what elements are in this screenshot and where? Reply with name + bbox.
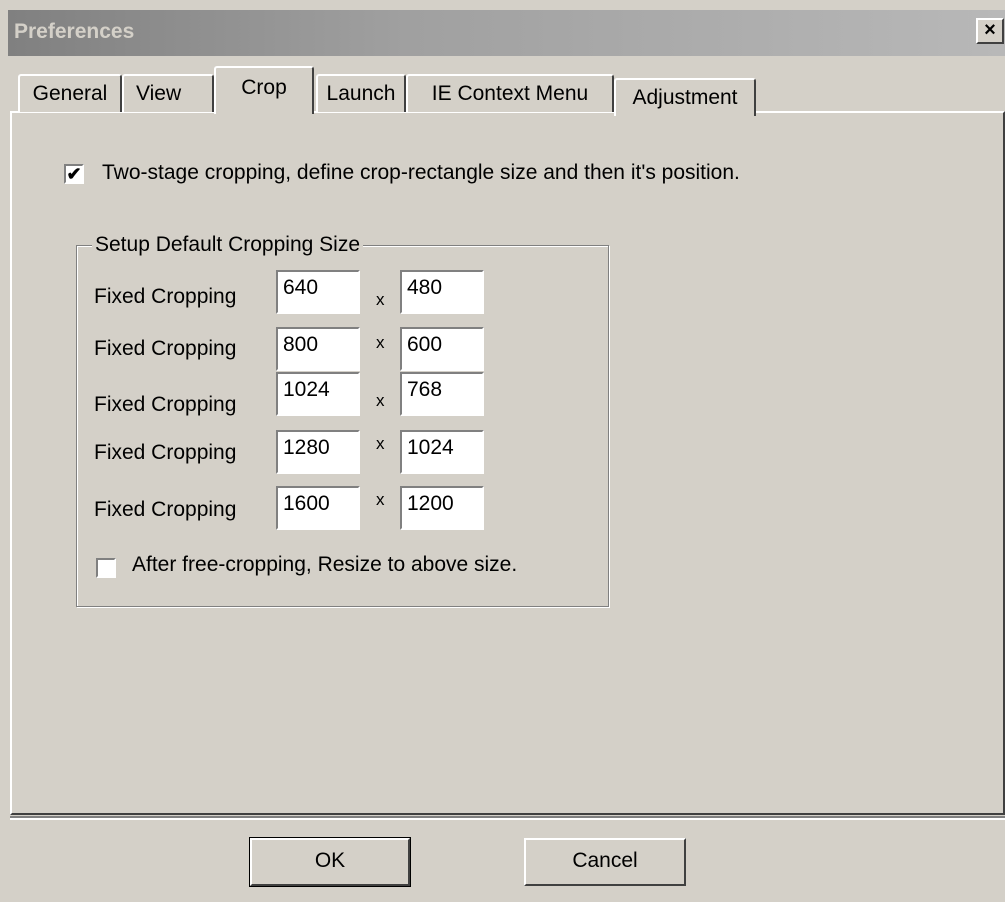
fixed-cropping-label-2: Fixed Cropping bbox=[94, 337, 237, 360]
close-icon: × bbox=[984, 19, 996, 41]
window-title: Preferences bbox=[14, 20, 135, 43]
title-bar: Preferences bbox=[8, 10, 1005, 56]
close-button[interactable]: × bbox=[976, 18, 1004, 44]
tab-view[interactable]: View bbox=[122, 74, 214, 112]
resize-after-label: After free-cropping, Resize to above siz… bbox=[132, 553, 518, 576]
tab-ie-context-menu[interactable]: IE Context Menu bbox=[406, 74, 614, 112]
crop-height-input-1[interactable]: 480 bbox=[400, 270, 484, 314]
fixed-cropping-label-4: Fixed Cropping bbox=[94, 441, 237, 464]
crop-width-input-3[interactable]: 1024 bbox=[276, 372, 360, 416]
tab-launch[interactable]: Launch bbox=[316, 74, 406, 112]
tab-general[interactable]: General bbox=[18, 74, 122, 112]
times-separator-3: x bbox=[376, 391, 385, 410]
crop-width-input-4[interactable]: 1280 bbox=[276, 430, 360, 474]
tab-crop[interactable]: Crop bbox=[214, 66, 314, 114]
crop-width-input-1[interactable]: 640 bbox=[276, 270, 360, 314]
button-separator bbox=[10, 816, 1005, 820]
times-separator-5: x bbox=[376, 490, 385, 509]
fixed-cropping-label-5: Fixed Cropping bbox=[94, 498, 237, 521]
crop-height-input-5[interactable]: 1200 bbox=[400, 486, 484, 530]
checkmark-icon: ✔ bbox=[66, 164, 82, 184]
times-separator-1: x bbox=[376, 290, 385, 309]
times-separator-4: x bbox=[376, 434, 385, 453]
tab-adjustment[interactable]: Adjustment bbox=[614, 78, 756, 116]
ok-button[interactable]: OK bbox=[249, 837, 411, 887]
preferences-dialog: Preferences × General View Crop Launch I… bbox=[0, 0, 1005, 902]
two-stage-label: Two-stage cropping, define crop-rectangl… bbox=[102, 161, 740, 184]
cancel-button[interactable]: Cancel bbox=[524, 838, 686, 886]
crop-height-input-3[interactable]: 768 bbox=[400, 372, 484, 416]
resize-after-checkbox[interactable] bbox=[96, 558, 116, 578]
fixed-cropping-label-1: Fixed Cropping bbox=[94, 285, 237, 308]
times-separator-2: x bbox=[376, 333, 385, 352]
crop-height-input-4[interactable]: 1024 bbox=[400, 430, 484, 474]
crop-width-input-2[interactable]: 800 bbox=[276, 327, 360, 371]
fixed-cropping-label-3: Fixed Cropping bbox=[94, 393, 237, 416]
group-title: Setup Default Cropping Size bbox=[92, 233, 363, 257]
crop-height-input-2[interactable]: 600 bbox=[400, 327, 484, 371]
two-stage-checkbox[interactable]: ✔ bbox=[64, 164, 84, 184]
crop-width-input-5[interactable]: 1600 bbox=[276, 486, 360, 530]
